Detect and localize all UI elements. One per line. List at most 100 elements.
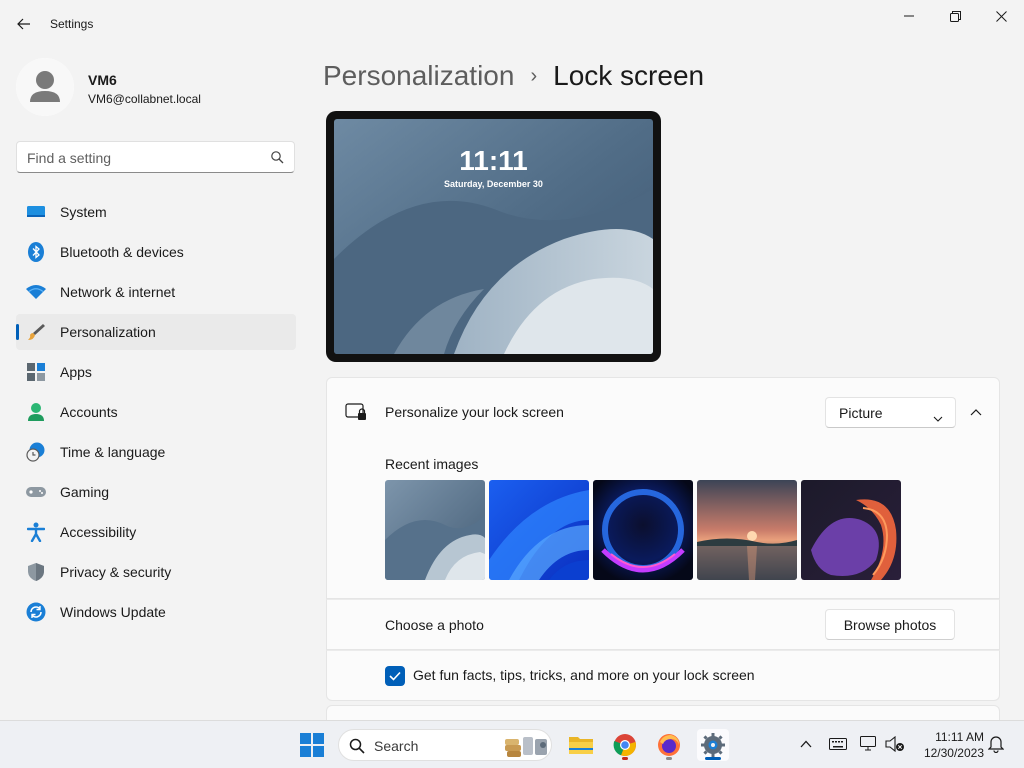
firefox-button[interactable] <box>653 729 685 761</box>
user-avatar-icon <box>16 58 74 116</box>
keyboard-icon <box>829 738 847 750</box>
restore-button[interactable] <box>932 0 978 32</box>
apps-icon <box>26 362 46 382</box>
speaker-muted-icon <box>885 736 904 752</box>
choose-photo-row: Choose a photo Browse photos <box>326 599 1000 650</box>
wifi-icon <box>26 282 46 302</box>
search-icon <box>349 738 365 754</box>
sidebar-item-privacy[interactable]: Privacy & security <box>16 554 296 590</box>
running-indicator <box>666 757 672 760</box>
personalize-lock-screen-row: Personalize your lock screen Picture <box>326 377 1000 445</box>
show-hidden-icons-button[interactable] <box>795 733 817 755</box>
choose-photo-label: Choose a photo <box>385 617 484 633</box>
preview-clock: 11:11 <box>459 145 528 176</box>
sidebar-item-gaming[interactable]: Gaming <box>16 474 296 510</box>
start-button[interactable] <box>296 729 328 761</box>
active-indicator <box>705 757 721 760</box>
back-arrow-icon <box>17 18 30 30</box>
sidebar-item-network[interactable]: Network & internet <box>16 274 296 310</box>
minimize-icon <box>904 15 914 17</box>
notifications-button[interactable] <box>985 733 1007 755</box>
personalize-dropdown[interactable]: Picture <box>825 397 956 428</box>
sidebar-nav: System Bluetooth & devices Network & int… <box>16 194 296 634</box>
sidebar-item-system[interactable]: System <box>16 194 296 230</box>
lock-screen-icon <box>345 403 367 421</box>
sidebar-item-label: Gaming <box>60 484 110 500</box>
settings-taskbar-button[interactable] <box>697 729 729 761</box>
settings-search-input[interactable] <box>27 148 267 168</box>
restore-icon <box>949 10 961 22</box>
lock-screen-preview: 11:11 Saturday, December 30 <box>326 111 661 362</box>
search-highlight-icon <box>505 737 547 757</box>
close-icon <box>995 10 1007 22</box>
fun-facts-label: Get fun facts, tips, tricks, and more on… <box>413 667 755 683</box>
lock-screen-preview-image: 11:11 Saturday, December 30 <box>334 119 653 354</box>
minimize-button[interactable] <box>886 0 932 32</box>
recent-images-section: Recent images <box>326 444 1000 599</box>
recent-image-4[interactable] <box>697 480 797 580</box>
sidebar-item-label: Time & language <box>60 444 166 460</box>
back-button[interactable] <box>10 10 38 38</box>
close-button[interactable] <box>978 0 1024 32</box>
sidebar-item-personalization[interactable]: Personalization <box>16 314 296 350</box>
sidebar-item-time-language[interactable]: Time & language <box>16 434 296 470</box>
sidebar-item-label: Network & internet <box>60 284 176 300</box>
sidebar-item-label: Apps <box>60 364 92 380</box>
sidebar-item-accounts[interactable]: Accounts <box>16 394 296 430</box>
time-language-icon <box>26 442 46 462</box>
breadcrumb-parent[interactable]: Personalization <box>323 60 514 92</box>
bell-icon <box>988 736 1004 753</box>
personalize-dropdown-value: Picture <box>839 405 883 421</box>
user-name: VM6 <box>88 72 117 88</box>
sidebar-item-label: System <box>60 204 107 220</box>
keyboard-button[interactable] <box>827 733 849 755</box>
collapse-button[interactable] <box>961 397 991 427</box>
recent-image-3[interactable] <box>593 480 693 580</box>
volume-button[interactable] <box>884 733 906 755</box>
user-profile[interactable]: VM6 VM6@collabnet.local <box>16 58 296 118</box>
breadcrumb: Personalization › Lock screen <box>323 58 704 94</box>
sidebar-item-apps[interactable]: Apps <box>16 354 296 390</box>
app-title: Settings <box>50 17 94 31</box>
running-indicator <box>622 757 628 760</box>
sidebar-item-bluetooth[interactable]: Bluetooth & devices <box>16 234 296 270</box>
file-explorer-button[interactable] <box>565 729 597 761</box>
sidebar-item-windows-update[interactable]: Windows Update <box>16 594 296 630</box>
recent-image-2[interactable] <box>489 480 589 580</box>
settings-search-box[interactable] <box>16 141 295 173</box>
bluetooth-icon <box>26 242 46 262</box>
taskbar-search-label: Search <box>374 738 419 754</box>
user-email: VM6@collabnet.local <box>88 92 201 106</box>
recent-images-list <box>385 480 901 580</box>
network-status-button[interactable] <box>858 733 880 755</box>
sidebar-item-label: Bluetooth & devices <box>60 244 184 260</box>
chrome-button[interactable] <box>609 729 641 761</box>
clock-date: 12/30/2023 <box>923 746 984 760</box>
system-icon <box>26 202 46 222</box>
sidebar-item-label: Personalization <box>60 324 156 340</box>
chevron-up-icon <box>800 740 812 748</box>
fun-facts-row: Get fun facts, tips, tricks, and more on… <box>326 650 1000 701</box>
brush-icon <box>26 322 46 342</box>
gaming-icon <box>26 482 46 502</box>
gear-icon <box>701 733 725 757</box>
fun-facts-checkbox[interactable] <box>385 666 405 686</box>
preview-date: Saturday, December 30 <box>444 179 543 189</box>
browse-photos-button[interactable]: Browse photos <box>825 609 955 640</box>
title-bar: Settings <box>0 0 1024 48</box>
checkmark-icon <box>389 671 401 681</box>
taskbar-clock[interactable]: 11:11 AM 12/30/2023 <box>912 729 984 761</box>
recent-image-1[interactable] <box>385 480 485 580</box>
sidebar-item-label: Windows Update <box>60 604 166 620</box>
sidebar-item-label: Privacy & security <box>60 564 172 580</box>
personalize-label: Personalize your lock screen <box>385 404 564 420</box>
search-icon[interactable] <box>270 150 284 164</box>
network-icon <box>860 736 876 751</box>
taskbar-search[interactable]: Search <box>338 729 552 761</box>
sidebar-item-label: Accounts <box>60 404 118 420</box>
update-icon <box>26 602 46 622</box>
recent-image-5[interactable] <box>801 480 901 580</box>
page-title: Lock screen <box>553 60 705 91</box>
taskbar: Search 11:11 AM 12/30/2023 <box>0 720 1024 768</box>
sidebar-item-accessibility[interactable]: Accessibility <box>16 514 296 550</box>
